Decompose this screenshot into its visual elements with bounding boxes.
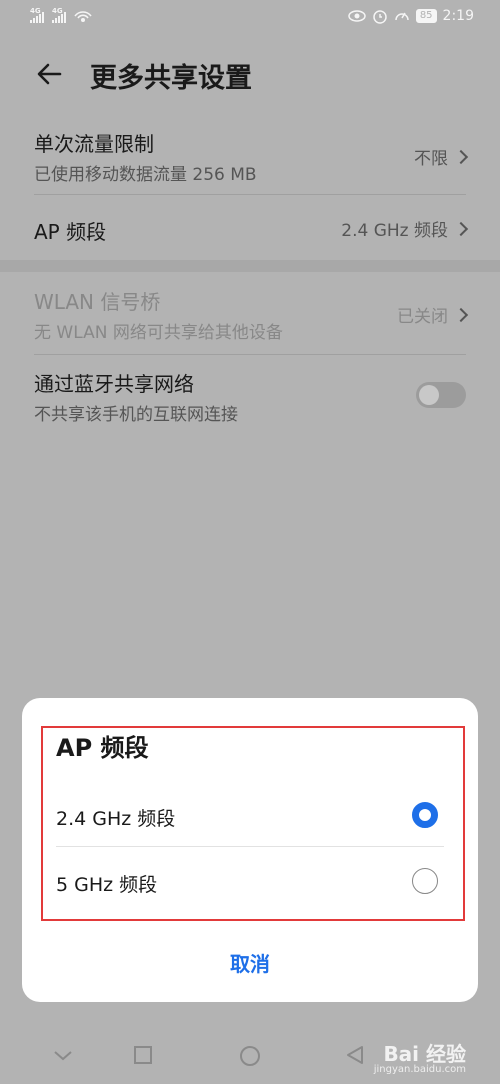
nav-back-icon[interactable]: [344, 1044, 366, 1066]
watermark-url: jingyan.baidu.com: [373, 1064, 466, 1075]
signal-icon-sim1: 4G: [30, 7, 44, 23]
alarm-icon: [373, 10, 387, 24]
option-2-4ghz[interactable]: 2.4 GHz 频段: [22, 786, 478, 846]
status-left: 4G 4G: [30, 7, 92, 23]
option-label: 5 GHz 频段: [56, 874, 158, 896]
bluetooth-share-toggle[interactable]: [416, 382, 466, 408]
chevron-right-icon: [453, 221, 469, 236]
nav-home-icon[interactable]: [238, 1044, 262, 1068]
radio-button-selected[interactable]: [412, 802, 438, 828]
setting-value-text: 已关闭: [397, 307, 448, 327]
option-5ghz[interactable]: 5 GHz 频段: [22, 852, 478, 912]
nav-down-icon[interactable]: [52, 1044, 74, 1066]
chevron-right-icon: [453, 149, 469, 164]
setting-row-wlan-bridge: WLAN 信号桥 无 WLAN 网络可共享给其他设备 已关闭: [0, 278, 500, 354]
app-header: 更多共享设置: [0, 36, 500, 116]
speed-icon: [395, 12, 409, 21]
dialog-title: AP 频段: [56, 734, 149, 762]
setting-title: 通过蓝牙共享网络: [34, 372, 194, 396]
back-arrow-icon[interactable]: [34, 58, 66, 90]
setting-subtitle: 不共享该手机的互联网连接: [34, 405, 238, 425]
network-type-label: 4G: [30, 7, 41, 15]
nav-recents-icon[interactable]: [132, 1044, 154, 1066]
status-right: 85 2:19: [348, 8, 474, 24]
signal-icon-sim2: 4G: [52, 7, 66, 23]
setting-value-text: 不限: [414, 149, 448, 169]
ap-band-dialog: AP 频段 2.4 GHz 频段 5 GHz 频段 取消: [22, 698, 478, 1002]
setting-row-data-limit[interactable]: 单次流量限制 已使用移动数据流量 256 MB 不限: [0, 122, 500, 194]
toggle-knob: [419, 385, 439, 405]
eye-icon: [348, 10, 366, 22]
setting-title: WLAN 信号桥: [34, 290, 161, 314]
setting-title: AP 频段: [34, 220, 107, 244]
setting-row-bluetooth-share[interactable]: 通过蓝牙共享网络 不共享该手机的互联网连接: [0, 358, 500, 434]
setting-value-text: 2.4 GHz 频段: [341, 221, 448, 241]
setting-value: 不限: [414, 144, 469, 169]
page-title: 更多共享设置: [90, 63, 252, 94]
option-divider: [56, 846, 444, 847]
setting-subtitle: 已使用移动数据流量 256 MB: [34, 165, 257, 185]
cancel-button[interactable]: 取消: [22, 948, 478, 977]
setting-title: 单次流量限制: [34, 132, 154, 156]
setting-subtitle: 无 WLAN 网络可共享给其他设备: [34, 323, 283, 343]
status-bar: 4G 4G 85 2:19: [0, 0, 500, 36]
radio-button-unselected[interactable]: [412, 868, 438, 894]
clock: 2:19: [442, 8, 474, 24]
divider: [34, 354, 466, 355]
option-label: 2.4 GHz 频段: [56, 808, 176, 830]
setting-value: 2.4 GHz 频段: [341, 216, 469, 241]
divider: [34, 194, 466, 195]
section-separator: [0, 260, 500, 272]
battery-indicator: 85: [415, 9, 437, 23]
watermark-logo: Bai 经验: [383, 1042, 466, 1066]
setting-row-ap-band[interactable]: AP 频段 2.4 GHz 频段: [0, 196, 500, 258]
chevron-right-icon: [453, 307, 469, 322]
hotspot-icon: [74, 11, 92, 22]
setting-value: 已关闭: [397, 302, 469, 327]
network-type-label: 4G: [52, 7, 63, 15]
